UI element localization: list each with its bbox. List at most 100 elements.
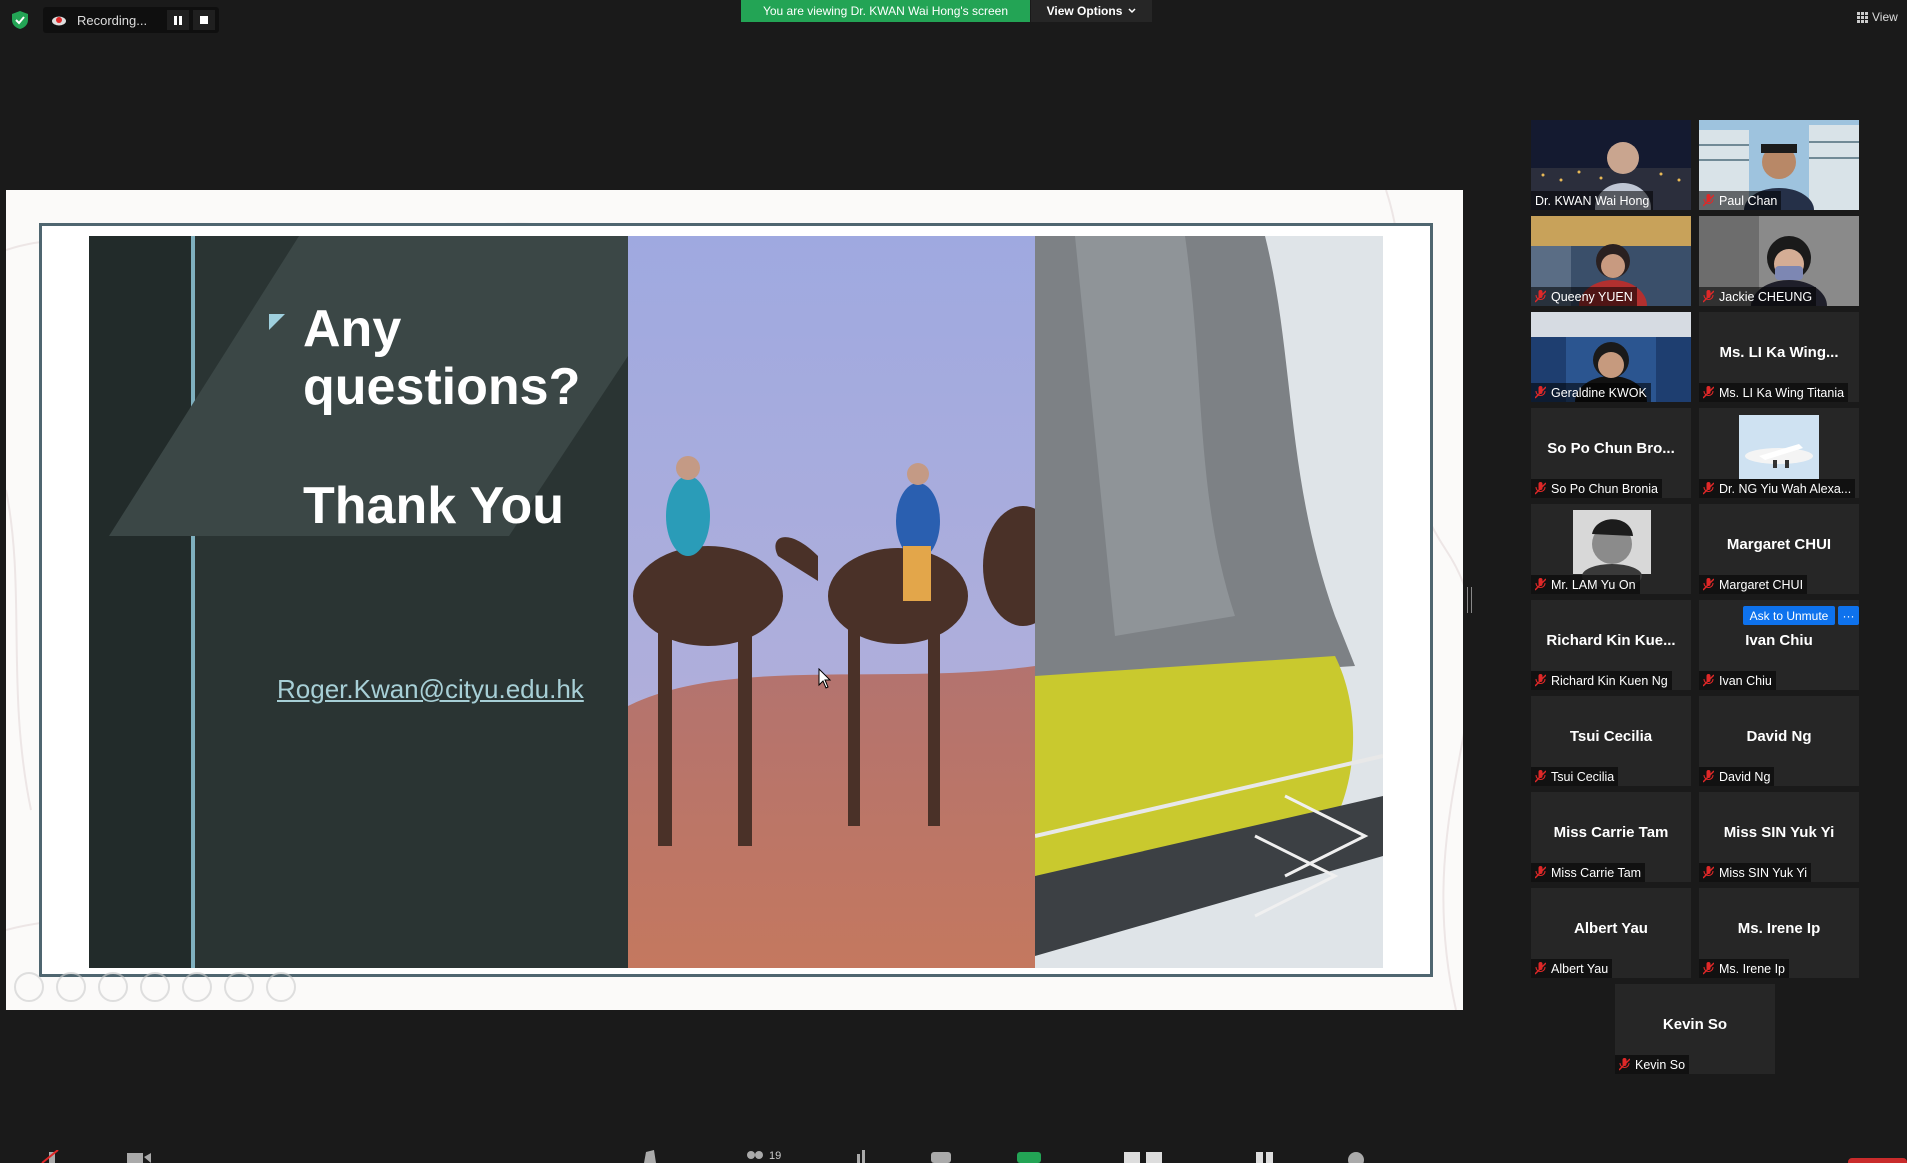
participant-name: Mr. LAM Yu On (1551, 577, 1636, 592)
participant-display-name: Ivan Chiu (1745, 632, 1813, 649)
participant-name-tag: Dr. NG Yiu Wah Alexa... (1699, 479, 1856, 498)
participant-name-tag: Ivan Chiu (1699, 671, 1776, 690)
participant-name: Miss Carrie Tam (1551, 865, 1642, 880)
shield-check-icon[interactable] (12, 11, 28, 29)
participant-display-name: Kevin So (1662, 1016, 1728, 1033)
participant-tile[interactable]: Tsui Cecilia Tsui Cecilia (1531, 696, 1691, 786)
participant-display-name: David Ng (1746, 728, 1812, 745)
prev-slide-icon[interactable] (14, 972, 44, 1002)
participant-tile[interactable]: Miss Carrie Tam Miss Carrie Tam (1531, 792, 1691, 882)
stop-recording-button[interactable] (193, 10, 215, 30)
muted-mic-icon (1703, 674, 1714, 687)
participant-tile[interactable]: Richard Kin Kue... Richard Kin Kuen Ng (1531, 600, 1691, 690)
zoom-icon[interactable] (182, 972, 212, 1002)
participant-name: Ms. Irene Ip (1719, 961, 1785, 976)
pause-icon (174, 15, 182, 25)
tile-more-button[interactable]: ··· (1838, 606, 1859, 625)
view-layout-button[interactable]: View (1857, 10, 1907, 24)
subtitles-icon[interactable] (224, 972, 254, 1002)
panel-resize-handle[interactable] (1467, 587, 1472, 613)
pen-icon[interactable] (98, 972, 128, 1002)
chat-icon[interactable] (930, 1150, 952, 1163)
muted-mic-icon (1535, 866, 1546, 879)
participant-tile[interactable]: Jackie CHEUNG (1699, 216, 1859, 306)
muted-mic-icon (1703, 194, 1714, 207)
participant-display-name: Margaret CHUI (1726, 536, 1832, 553)
pause-recording-button[interactable] (167, 10, 189, 30)
participant-name-tag: David Ng (1699, 767, 1775, 786)
participant-tile[interactable]: So Po Chun Bro... So Po Chun Bronia (1531, 408, 1691, 498)
polls-icon[interactable] (855, 1150, 871, 1163)
security-icon[interactable] (640, 1150, 662, 1163)
stop-icon (200, 16, 208, 24)
recording-label: Recording... (77, 12, 148, 28)
reactions-icon[interactable] (1346, 1150, 1368, 1163)
participant-display-name: Tsui Cecilia (1569, 728, 1653, 745)
muted-mic-icon (1619, 1058, 1630, 1071)
participant-name-tag: Miss Carrie Tam (1531, 863, 1646, 882)
share-screen-icon[interactable] (1016, 1150, 1042, 1163)
participant-name-tag: So Po Chun Bronia (1531, 479, 1663, 498)
slide: Any questions? Thank You Roger.Kwan@city… (89, 236, 1383, 968)
muted-mic-icon (1703, 578, 1714, 591)
view-label: View (1872, 10, 1898, 24)
participant-name: Margaret CHUI (1719, 577, 1804, 592)
participant-tile[interactable]: Dr. NG Yiu Wah Alexa... (1699, 408, 1859, 498)
participant-name: David Ng (1719, 769, 1771, 784)
next-slide-icon[interactable] (56, 972, 86, 1002)
slide-email-link[interactable]: Roger.Kwan@cityu.edu.hk (277, 674, 584, 705)
participant-name: Kevin So (1635, 1057, 1686, 1072)
participant-name: Ivan Chiu (1719, 673, 1772, 688)
participant-tile[interactable]: David Ng David Ng (1699, 696, 1859, 786)
view-options-button[interactable]: View Options (1031, 0, 1152, 22)
breakout-rooms-icon[interactable] (1254, 1150, 1276, 1163)
participant-tile[interactable]: Paul Chan (1699, 120, 1859, 210)
participant-name-tag: Geraldine KWOK (1531, 383, 1651, 402)
participant-display-name: Albert Yau (1574, 920, 1648, 937)
participant-name: Dr. NG Yiu Wah Alexa... (1719, 481, 1852, 496)
participant-name-tag: Miss SIN Yuk Yi (1699, 863, 1811, 882)
slide-photo-desert (628, 236, 1035, 968)
participant-tile[interactable]: Albert Yau Albert Yau (1531, 888, 1691, 978)
participant-tile[interactable]: Geraldine KWOK (1531, 312, 1691, 402)
video-camera-icon[interactable] (126, 1150, 152, 1163)
slide-frame: Any questions? Thank You Roger.Kwan@city… (39, 223, 1433, 977)
participant-tile[interactable]: Dr. KWAN Wai Hong (1531, 120, 1691, 210)
participants-button[interactable]: 19 (745, 1150, 805, 1163)
participant-name: Tsui Cecilia (1551, 769, 1615, 784)
participant-name-tag: Albert Yau (1531, 959, 1613, 978)
participant-name: Queeny YUEN (1551, 289, 1633, 304)
slides-icon[interactable] (140, 972, 170, 1002)
participant-tile[interactable]: Miss SIN Yuk Yi Miss SIN Yuk Yi (1699, 792, 1859, 882)
participant-display-name: Miss Carrie Tam (1553, 824, 1669, 841)
participant-tile[interactable]: Ms. LI Ka Wing... Ms. LI Ka Wing Titania (1699, 312, 1859, 402)
slide-photo-snow (1035, 236, 1383, 968)
zoom-meeting-window: Recording... You are viewing Dr. KWAN Wa… (0, 0, 1907, 1163)
slide-thank-you: Thank You (303, 477, 564, 535)
record-icon[interactable] (1124, 1150, 1164, 1163)
participant-display-name: So Po Chun Bro... (1547, 440, 1675, 457)
participant-tile[interactable]: Margaret CHUI Margaret CHUI (1699, 504, 1859, 594)
end-meeting-button[interactable] (1848, 1158, 1907, 1163)
participant-tile[interactable]: Queeny YUEN (1531, 216, 1691, 306)
participant-name-tag: Richard Kin Kuen Ng (1531, 671, 1672, 690)
participant-tile[interactable]: Kevin So Kevin So (1615, 984, 1775, 1074)
participant-display-name: Richard Kin Kue... (1546, 632, 1676, 649)
muted-mic-icon (1703, 770, 1714, 783)
muted-mic-icon (1535, 290, 1546, 303)
participants-icon (747, 1151, 763, 1159)
participant-tile[interactable]: Ms. Irene Ip Ms. Irene Ip (1699, 888, 1859, 978)
muted-mic-icon (1535, 578, 1546, 591)
muted-mic-icon (1535, 674, 1546, 687)
chevron-down-icon (1128, 8, 1136, 14)
mute-mic-icon[interactable] (40, 1150, 64, 1163)
mouse-cursor-icon (818, 668, 832, 689)
participant-name: So Po Chun Bronia (1551, 481, 1659, 496)
slide-text-pane: Any questions? Thank You Roger.Kwan@city… (89, 236, 628, 968)
ask-to-unmute-button[interactable]: Ask to Unmute (1743, 606, 1835, 625)
participant-name-tag: Ms. LI Ka Wing Titania (1699, 383, 1849, 402)
cloud-record-icon (52, 16, 66, 26)
participant-tile[interactable]: Mr. LAM Yu On (1531, 504, 1691, 594)
more-options-icon[interactable] (266, 972, 296, 1002)
slide-line-any: Any (303, 300, 402, 358)
